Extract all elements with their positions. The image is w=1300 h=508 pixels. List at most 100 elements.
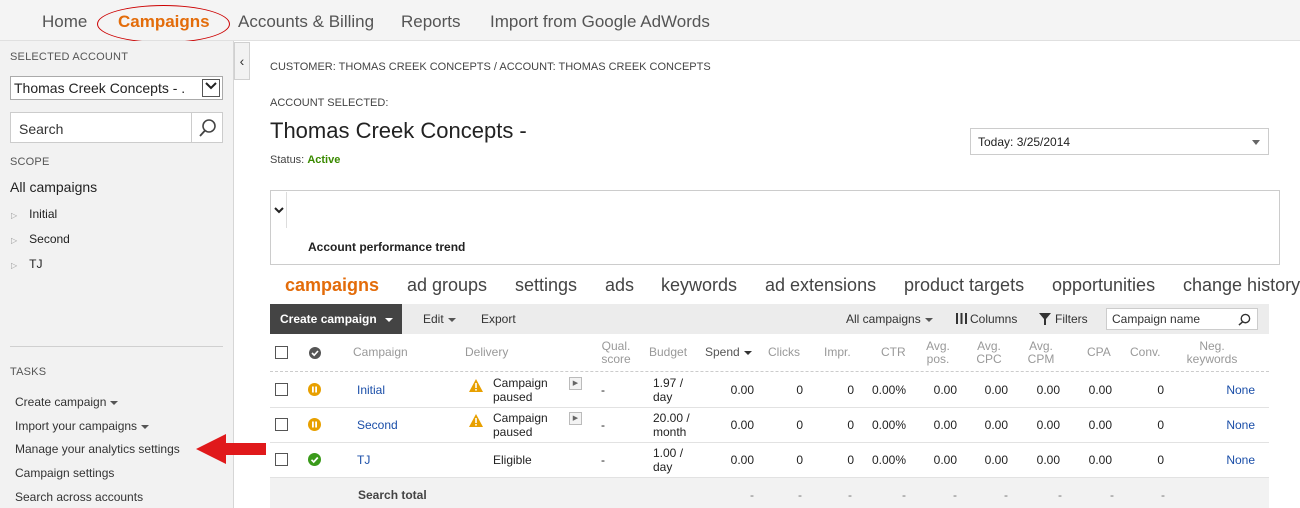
spend: 0.00 — [730, 383, 754, 397]
expand-triangle-icon[interactable]: ▷ — [11, 211, 17, 220]
tab-ad-groups[interactable]: ad groups — [407, 275, 487, 296]
avg-cpm: 0.00 — [1036, 383, 1060, 397]
total-value: - — [953, 488, 957, 502]
tab-opportunities[interactable]: opportunities — [1052, 275, 1155, 296]
tab-campaigns[interactable]: campaigns — [285, 275, 379, 296]
account-select[interactable]: Thomas Creek Concepts - . — [10, 76, 223, 100]
task-search-accounts[interactable]: Search across accounts — [15, 490, 143, 504]
col-avg-cpm[interactable]: Avg. CPM — [1023, 340, 1059, 366]
col-avg-cpc[interactable]: Avg. CPC — [971, 340, 1007, 366]
tab-product-targets[interactable]: product targets — [904, 275, 1024, 296]
cpa: 0.00 — [1088, 383, 1112, 397]
filter-icon — [1039, 313, 1051, 325]
col-clicks[interactable]: Clicks — [768, 346, 800, 359]
search-divider — [191, 113, 192, 142]
scope-all-campaigns[interactable]: All campaigns — [10, 179, 97, 195]
col-spend[interactable]: Spend — [705, 346, 752, 359]
date-range-select[interactable]: Today: 3/25/2014 — [970, 128, 1269, 155]
clicks: 0 — [796, 383, 803, 397]
date-range-value: Today: 3/25/2014 — [978, 135, 1071, 149]
select-all-checkbox[interactable] — [275, 346, 288, 359]
status-column-icon — [309, 347, 321, 359]
task-manage-analytics[interactable]: Manage your analytics settings — [15, 442, 180, 456]
ctr: 0.00% — [871, 453, 906, 467]
edit-menu[interactable]: Edit — [423, 312, 456, 326]
tab-ad-extensions[interactable]: ad extensions — [765, 275, 876, 296]
col-quality-score[interactable]: Qual. score — [596, 340, 636, 366]
expand-triangle-icon[interactable]: ▷ — [11, 236, 17, 245]
create-campaign-button[interactable]: Create campaign — [270, 304, 402, 334]
row-checkbox[interactable] — [275, 383, 288, 396]
col-campaign[interactable]: Campaign — [353, 346, 408, 359]
tab-ads[interactable]: ads — [605, 275, 634, 296]
nav-home[interactable]: Home — [42, 12, 87, 32]
col-delivery[interactable]: Delivery — [465, 346, 508, 359]
play-icon[interactable]: ▶ — [569, 377, 582, 390]
expand-chevron-icon[interactable] — [272, 192, 287, 228]
col-label: pos. — [926, 352, 950, 366]
delivery-line: paused — [493, 425, 533, 439]
row-divider — [270, 442, 1269, 443]
chevron-down-icon — [1252, 140, 1260, 145]
selected-account-label: SELECTED ACCOUNT — [10, 51, 129, 63]
tree-item-initial[interactable]: ▷ Initial — [11, 207, 57, 221]
clicks: 0 — [796, 418, 803, 432]
col-conv[interactable]: Conv. — [1130, 346, 1160, 359]
col-avg-pos[interactable]: Avg. pos. — [920, 340, 956, 366]
columns-button[interactable]: Columns — [956, 312, 1017, 326]
sidebar-search[interactable]: Search — [10, 112, 223, 143]
top-nav: Home Campaigns Accounts & Billing Report… — [0, 0, 1300, 43]
budget-line: day — [653, 390, 673, 404]
col-cpa[interactable]: CPA — [1087, 346, 1111, 359]
caret-down-icon — [924, 317, 933, 322]
neg-keywords-link[interactable]: None — [1215, 418, 1255, 432]
edit-label: Edit — [423, 312, 444, 326]
campaign-name-link[interactable]: Second — [357, 418, 398, 432]
warning-icon — [469, 379, 483, 392]
avg-cpc: 0.00 — [984, 383, 1008, 397]
expand-triangle-icon[interactable]: ▷ — [11, 261, 17, 270]
task-campaign-settings[interactable]: Campaign settings — [15, 466, 114, 480]
task-label: Create campaign — [15, 395, 107, 409]
account-selected-label: ACCOUNT SELECTED: — [270, 97, 389, 109]
row-checkbox[interactable] — [275, 418, 288, 431]
total-value: - — [1058, 488, 1062, 502]
sidebar-divider — [10, 346, 223, 347]
nav-import-adwords[interactable]: Import from Google AdWords — [490, 12, 710, 32]
neg-keywords-link[interactable]: None — [1215, 383, 1255, 397]
campaign-name-link[interactable]: TJ — [357, 453, 370, 467]
col-impressions[interactable]: Impr. — [824, 346, 851, 359]
warning-icon — [469, 414, 483, 427]
col-label: CPC — [976, 352, 1002, 366]
task-import-campaigns[interactable]: Import your campaigns — [15, 419, 150, 433]
col-budget[interactable]: Budget — [649, 346, 687, 359]
tab-keywords[interactable]: keywords — [661, 275, 737, 296]
tab-settings[interactable]: settings — [515, 275, 577, 296]
nav-reports[interactable]: Reports — [401, 12, 461, 32]
search-input[interactable]: Search — [19, 121, 63, 137]
tree-item-tj[interactable]: ▷ TJ — [11, 257, 43, 271]
nav-accounts-billing[interactable]: Accounts & Billing — [238, 12, 374, 32]
scope-filter-label: All campaigns — [846, 312, 921, 326]
collapse-sidebar-button[interactable]: ‹ — [234, 42, 250, 80]
page-title: Thomas Creek Concepts - — [270, 118, 527, 143]
search-icon[interactable] — [198, 118, 218, 138]
neg-keywords-link[interactable]: None — [1215, 453, 1255, 467]
play-icon[interactable]: ▶ — [569, 412, 582, 425]
campaign-name-search-input[interactable]: Campaign name — [1106, 308, 1258, 330]
tab-change-history[interactable]: change history — [1183, 275, 1300, 296]
campaign-name-link[interactable]: Initial — [357, 383, 385, 397]
task-create-campaign[interactable]: Create campaign — [15, 395, 119, 409]
export-button[interactable]: Export — [481, 312, 516, 326]
col-ctr[interactable]: CTR — [881, 346, 906, 359]
scope-filter-menu[interactable]: All campaigns — [846, 312, 933, 326]
filters-button[interactable]: Filters — [1039, 312, 1088, 326]
col-neg-keywords[interactable]: Neg. keywords — [1182, 340, 1242, 366]
caret-down-icon — [141, 424, 150, 429]
tree-item-second[interactable]: ▷ Second — [11, 232, 70, 246]
quality-score: - — [601, 383, 605, 397]
search-icon[interactable] — [1238, 313, 1251, 326]
row-checkbox[interactable] — [275, 453, 288, 466]
campaign-name-search-value: Campaign name — [1112, 312, 1201, 326]
col-label: score — [601, 352, 631, 366]
